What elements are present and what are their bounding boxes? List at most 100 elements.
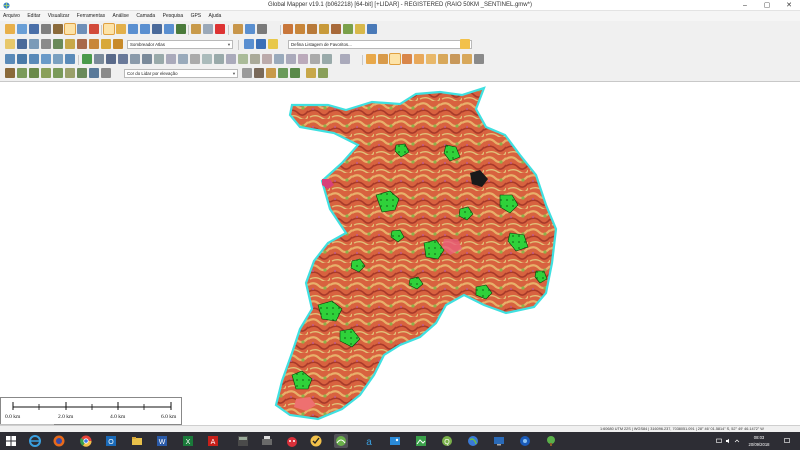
chevron-up-icon[interactable] <box>734 438 740 444</box>
online-data-icon[interactable] <box>256 39 266 49</box>
menu-visualizar[interactable]: Visualizar <box>45 11 73 21</box>
place-icon-6[interactable] <box>426 54 436 64</box>
lidar-icon-11[interactable] <box>202 54 212 64</box>
terrain-icon-2[interactable] <box>295 24 305 34</box>
menu-analise[interactable]: Análise <box>110 11 132 21</box>
shader-combo[interactable]: Sombreador Atlas ▼ <box>127 40 233 49</box>
terrain-icon-7[interactable] <box>355 24 365 34</box>
lidar-icon-10[interactable] <box>190 54 200 64</box>
lidar-terrain-icon-2[interactable] <box>17 68 27 78</box>
draw-circle-icon[interactable] <box>41 54 51 64</box>
lidar-icon-12[interactable] <box>214 54 224 64</box>
firefox-icon[interactable] <box>52 434 66 448</box>
norton-icon[interactable] <box>309 434 323 448</box>
lidar-icon-7[interactable] <box>154 54 164 64</box>
lidar-icon-16[interactable] <box>262 54 272 64</box>
taskbar-clock[interactable]: 08:03 20/09/2018 <box>742 434 776 448</box>
lidar-icon-1[interactable] <box>82 54 92 64</box>
path-profile-icon[interactable] <box>233 24 243 34</box>
lidar-icon-14[interactable] <box>238 54 248 64</box>
lidar-icon-6[interactable] <box>142 54 152 64</box>
lidar-water-icon[interactable] <box>89 68 99 78</box>
draw-rect-icon[interactable] <box>53 54 63 64</box>
global-mapper-taskbar-icon[interactable] <box>334 434 348 448</box>
zoom-tool-icon[interactable] <box>103 23 115 35</box>
file-explorer-icon[interactable] <box>130 434 144 448</box>
maps-icon[interactable] <box>414 434 428 448</box>
lidar-filter-icon[interactable] <box>242 68 252 78</box>
place-icon-7[interactable] <box>438 54 448 64</box>
place-icon-4[interactable] <box>402 54 412 64</box>
terrain-icon-1[interactable] <box>283 24 293 34</box>
3d-view-icon[interactable] <box>257 24 267 34</box>
terrain-icon-6[interactable] <box>343 24 353 34</box>
place-icon-9[interactable] <box>462 54 472 64</box>
terrain-icon-3[interactable] <box>307 24 317 34</box>
place-icon-2[interactable] <box>378 54 388 64</box>
lidar-icon-8[interactable] <box>166 54 176 64</box>
save-icon[interactable] <box>29 24 39 34</box>
maximize-button[interactable]: ▢ <box>756 0 778 11</box>
zoom-in-icon[interactable] <box>128 24 138 34</box>
lidar-icon-13[interactable] <box>226 54 236 64</box>
map-view[interactable] <box>0 83 800 425</box>
place-icon-3[interactable] <box>389 53 401 65</box>
draw-area-icon[interactable] <box>17 54 27 64</box>
printer-icon[interactable] <box>260 434 274 448</box>
star-icon[interactable] <box>460 39 470 49</box>
lidar-terrain-icon-1[interactable] <box>5 68 15 78</box>
network-icon[interactable] <box>716 438 722 444</box>
place-icon-5[interactable] <box>414 54 424 64</box>
place-icon-1[interactable] <box>366 54 376 64</box>
tools-icon[interactable] <box>53 24 63 34</box>
outlook-icon[interactable]: O <box>104 434 118 448</box>
volume-icon[interactable] <box>725 438 731 444</box>
print-icon[interactable] <box>41 24 51 34</box>
draw-point-icon[interactable] <box>29 54 39 64</box>
place-icon-8[interactable] <box>450 54 460 64</box>
terrain-icon-4[interactable] <box>319 24 329 34</box>
point-icon[interactable] <box>29 39 39 49</box>
lidar-class-icon[interactable] <box>65 68 75 78</box>
select-icon[interactable] <box>5 39 15 49</box>
chrome-icon[interactable] <box>79 434 93 448</box>
color-icon[interactable] <box>65 39 75 49</box>
qgis-icon[interactable]: Q <box>440 434 454 448</box>
app-blue-icon[interactable] <box>518 434 532 448</box>
word-icon[interactable]: W <box>155 434 169 448</box>
game-icon[interactable] <box>285 434 299 448</box>
lasso-icon[interactable] <box>17 39 27 49</box>
menu-camada[interactable]: Camada <box>133 11 158 21</box>
lidar-profile-icon[interactable] <box>254 68 264 78</box>
excel-icon[interactable]: X <box>181 434 195 448</box>
menu-pesquisa[interactable]: Pesquisa <box>160 11 187 21</box>
lidar-funnel-icon[interactable] <box>306 68 316 78</box>
menu-ajuda[interactable]: Ajuda <box>206 11 225 21</box>
lidar-icon-3[interactable] <box>106 54 116 64</box>
lidar-icon-2[interactable] <box>94 54 104 64</box>
lidar-building-icon[interactable] <box>101 68 111 78</box>
shader-icon[interactable] <box>89 39 99 49</box>
lidar-color-combo[interactable]: Cor do Lidar por elevação ▼ <box>124 69 238 78</box>
lidar-triangle-icon[interactable] <box>290 68 300 78</box>
hill-icon[interactable] <box>77 39 87 49</box>
internet-explorer-icon[interactable] <box>28 434 42 448</box>
lidar-icon-5[interactable] <box>130 54 140 64</box>
measure-icon[interactable] <box>176 24 186 34</box>
lidar-icon-18[interactable] <box>286 54 296 64</box>
open-folder-icon[interactable] <box>5 24 15 34</box>
earth-icon[interactable] <box>466 434 480 448</box>
menu-gps[interactable]: GPS <box>188 11 205 21</box>
edit-icon[interactable] <box>203 24 213 34</box>
lidar-icon-4[interactable] <box>118 54 128 64</box>
globe-icon[interactable] <box>244 39 254 49</box>
config-icon[interactable] <box>89 24 99 34</box>
open-data-icon[interactable] <box>17 24 27 34</box>
overlay-control-icon[interactable] <box>64 23 76 35</box>
lidar-ground-icon[interactable] <box>77 68 87 78</box>
map-canvas[interactable] <box>0 83 800 425</box>
full-view-icon[interactable] <box>164 24 174 34</box>
lidar-veg-icon[interactable] <box>41 68 51 78</box>
lidar-icon-15[interactable] <box>250 54 260 64</box>
app-tree-icon[interactable] <box>544 434 558 448</box>
